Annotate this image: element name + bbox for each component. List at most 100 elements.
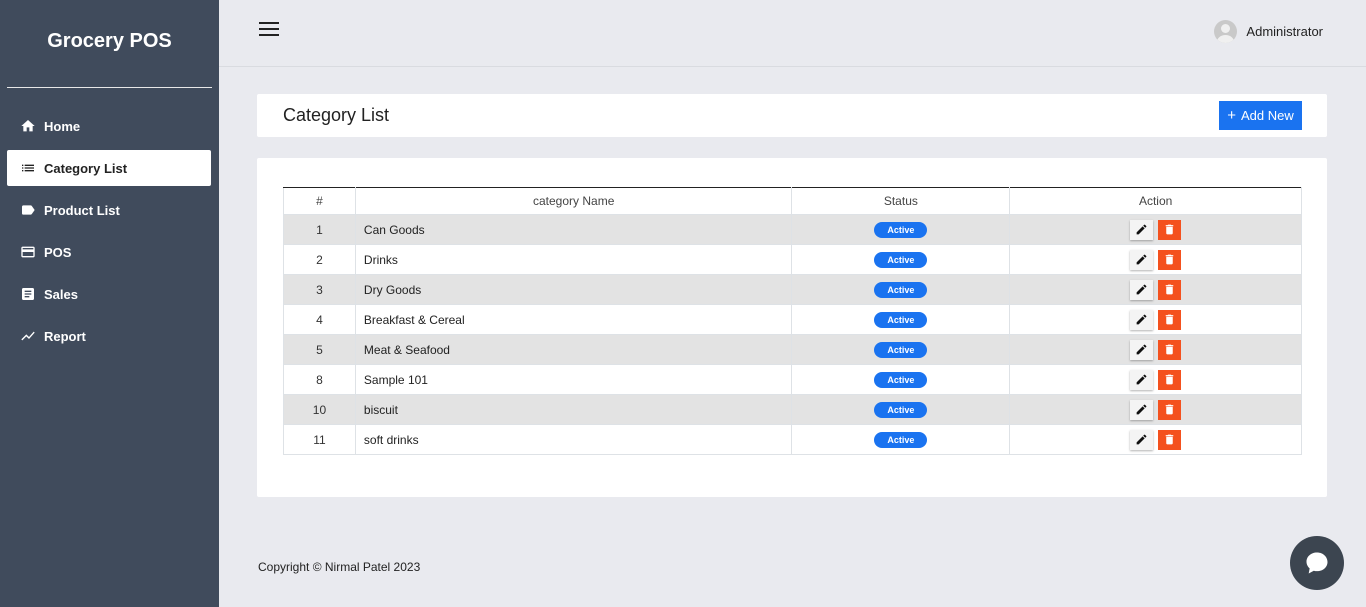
trash-icon	[1166, 344, 1174, 355]
status-cell: Active	[791, 274, 1011, 305]
status-cell: Active	[791, 424, 1011, 455]
brand-title: Grocery POS	[47, 29, 172, 52]
topbar: Administrator	[219, 0, 1366, 67]
trash-icon	[1166, 284, 1174, 295]
column-header: Action	[1009, 187, 1302, 215]
plus-icon: +	[1227, 107, 1236, 124]
status-cell: Active	[791, 394, 1011, 425]
column-header: #	[283, 187, 356, 215]
menu-toggle-icon[interactable]	[259, 22, 279, 40]
action-cell	[1009, 274, 1302, 305]
sidebar-item-label: Home	[44, 118, 81, 134]
edit-button[interactable]	[1129, 219, 1153, 240]
home-icon	[19, 119, 37, 133]
row-id: 4	[283, 304, 356, 335]
add-new-label: Add New	[1241, 108, 1294, 123]
pencil-icon	[1136, 404, 1147, 415]
table-row: 1 Can Goods Active	[283, 214, 1302, 245]
pencil-icon	[1136, 344, 1147, 355]
category-name: Meat & Seafood	[354, 334, 793, 365]
status-cell: Active	[791, 244, 1011, 275]
row-id: 11	[283, 424, 356, 455]
edit-button[interactable]	[1129, 399, 1153, 420]
status-cell: Active	[791, 334, 1011, 365]
category-name: Can Goods	[354, 214, 793, 245]
user-menu[interactable]: Administrator	[1214, 20, 1323, 43]
action-cell	[1009, 304, 1302, 335]
delete-button[interactable]	[1158, 309, 1182, 330]
sidebar-nav: Home Category List Product List POS Sale…	[0, 108, 219, 354]
trash-icon	[1166, 374, 1174, 385]
row-id: 8	[283, 364, 356, 395]
category-name: Breakfast & Cereal	[354, 304, 793, 335]
footer-copyright: Copyright © Nirmal Patel 2023	[258, 560, 421, 574]
category-name: Drinks	[354, 244, 793, 275]
category-name: biscuit	[354, 394, 793, 425]
action-cell	[1009, 364, 1302, 395]
sidebar-item-category-list[interactable]: Category List	[7, 150, 211, 186]
category-name: Sample 101	[354, 364, 793, 395]
status-badge: Active	[874, 401, 928, 418]
list-icon	[19, 161, 37, 175]
category-name: soft drinks	[354, 424, 793, 455]
sidebar-item-home[interactable]: Home	[7, 108, 211, 144]
table-row: 4 Breakfast & Cereal Active	[283, 304, 1302, 335]
edit-button[interactable]	[1129, 429, 1153, 450]
edit-button[interactable]	[1129, 339, 1153, 360]
user-name: Administrator	[1246, 24, 1323, 39]
table-row: 10 biscuit Active	[283, 394, 1302, 425]
delete-button[interactable]	[1158, 369, 1182, 390]
pencil-icon	[1136, 314, 1147, 325]
sidebar-item-pos[interactable]: POS	[7, 234, 211, 270]
add-new-button[interactable]: + Add New	[1219, 101, 1302, 130]
chat-button[interactable]	[1290, 536, 1344, 590]
row-id: 1	[283, 214, 356, 245]
status-cell: Active	[791, 214, 1011, 245]
tag-icon	[19, 203, 37, 217]
action-cell	[1009, 214, 1302, 245]
sidebar-item-sales[interactable]: Sales	[7, 276, 211, 312]
delete-button[interactable]	[1158, 339, 1182, 360]
column-header: Status	[791, 187, 1011, 215]
edit-button[interactable]	[1129, 249, 1153, 270]
delete-button[interactable]	[1158, 249, 1182, 270]
sidebar-item-label: POS	[44, 244, 72, 260]
status-badge: Active	[874, 281, 928, 298]
status-badge: Active	[874, 311, 928, 328]
edit-button[interactable]	[1129, 279, 1153, 300]
trend-icon	[19, 329, 37, 343]
row-id: 5	[283, 334, 356, 365]
edit-button[interactable]	[1129, 309, 1153, 330]
status-badge: Active	[874, 431, 928, 448]
sidebar-item-product-list[interactable]: Product List	[7, 192, 211, 228]
credit-card-icon	[19, 245, 37, 259]
pencil-icon	[1136, 284, 1147, 295]
edit-button[interactable]	[1129, 369, 1153, 390]
trash-icon	[1166, 224, 1174, 235]
status-badge: Active	[874, 371, 928, 388]
sidebar-item-label: Sales	[44, 286, 78, 302]
status-cell: Active	[791, 364, 1011, 395]
column-header: category Name	[354, 187, 793, 215]
pencil-icon	[1136, 374, 1147, 385]
row-id: 2	[283, 244, 356, 275]
delete-button[interactable]	[1158, 279, 1182, 300]
row-id: 10	[283, 394, 356, 425]
action-cell	[1009, 334, 1302, 365]
trash-icon	[1166, 434, 1174, 445]
action-cell	[1009, 424, 1302, 455]
pencil-icon	[1136, 254, 1147, 265]
action-cell	[1009, 244, 1302, 275]
status-cell: Active	[791, 304, 1011, 335]
sidebar-item-report[interactable]: Report	[7, 318, 211, 354]
category-table: # category Name Status Action 1 Can Good…	[283, 187, 1302, 455]
delete-button[interactable]	[1158, 399, 1182, 420]
delete-button[interactable]	[1158, 219, 1182, 240]
sidebar-item-label: Category List	[44, 160, 128, 176]
delete-button[interactable]	[1158, 429, 1182, 450]
trash-icon	[1166, 404, 1174, 415]
status-badge: Active	[874, 341, 928, 358]
trash-icon	[1166, 254, 1174, 265]
table-header-row: # category Name Status Action	[283, 187, 1302, 215]
row-id: 3	[283, 274, 356, 305]
